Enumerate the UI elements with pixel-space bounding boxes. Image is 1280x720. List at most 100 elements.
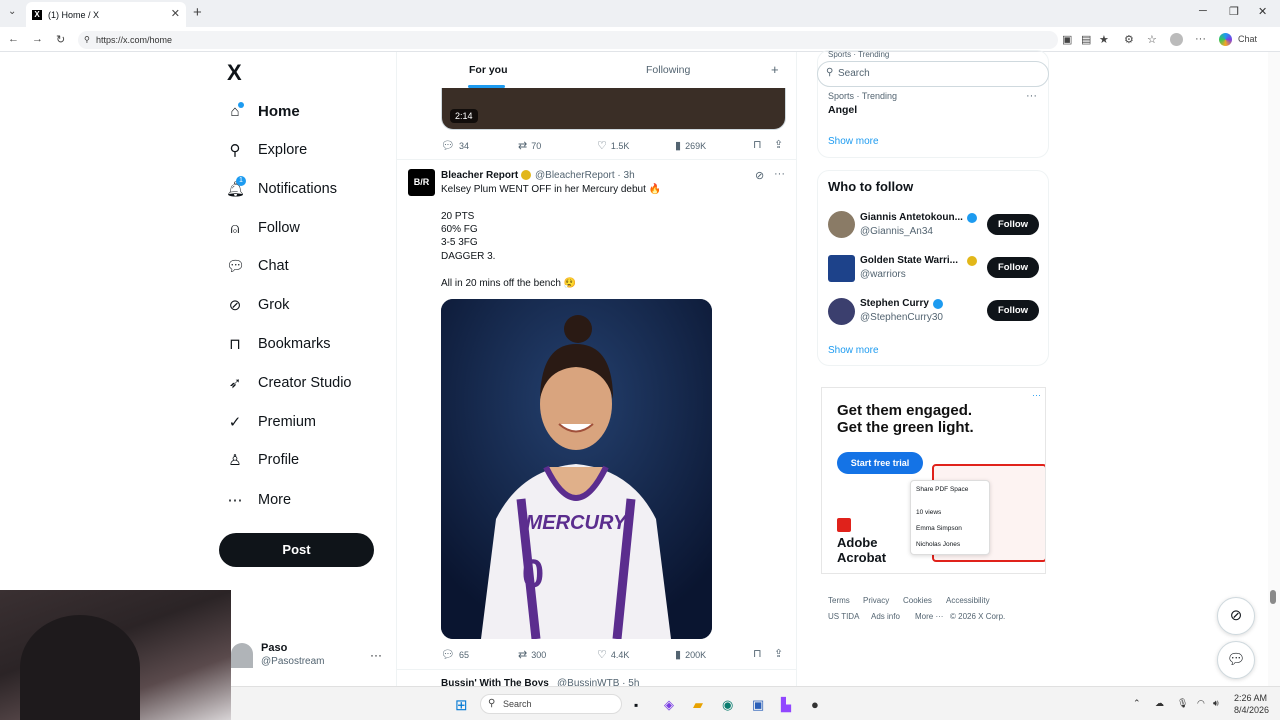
nav-item-explore[interactable]: ⚲ Explore (226, 135, 308, 165)
share-action[interactable]: ⇪ (774, 647, 787, 660)
show-more-trends-link[interactable]: Show more (828, 136, 879, 147)
nav-item-more[interactable]: ⋯ More (226, 485, 292, 515)
add-tab-icon[interactable]: + (771, 62, 779, 77)
footer-link[interactable]: Terms (828, 596, 850, 605)
account-avatar[interactable] (231, 643, 253, 668)
back-icon[interactable]: ← (8, 33, 19, 45)
favorite-star-icon[interactable]: ★ (1099, 33, 1109, 46)
microphone-icon[interactable]: 🎙︎ (1177, 698, 1188, 709)
taskbar-date[interactable]: 8/4/2026 (1234, 705, 1269, 715)
obs-icon[interactable]: ● (811, 697, 819, 712)
nav-item-creator-studio[interactable]: ➶ Creator Studio (226, 368, 352, 398)
suggestion-name[interactable]: Giannis Antetokoun... (860, 212, 963, 223)
search-input[interactable]: Search (817, 61, 1049, 87)
tweet-more-icon[interactable]: ··· (774, 168, 785, 180)
adobe-ad[interactable]: Get them engaged. Get the green light. ·… (821, 387, 1046, 574)
nav-item-follow[interactable]: ⍝ Follow (226, 213, 299, 243)
bookmark-action[interactable]: ⊓ (753, 138, 766, 151)
nav-item-premium[interactable]: ✓ Premium (226, 407, 316, 437)
views-action[interactable]: ▮ 269K (675, 139, 706, 152)
ad-cta-button[interactable]: Start free trial (837, 452, 923, 474)
tray-chevron-icon[interactable]: ⌃ (1133, 698, 1141, 709)
copilot-taskbar-icon[interactable]: ◈ (664, 697, 674, 713)
wifi-icon[interactable]: ◠ (1197, 698, 1205, 709)
browser-profile-avatar[interactable] (1170, 33, 1183, 46)
video-thumbnail[interactable]: 2:14 (441, 88, 786, 130)
follow-button[interactable]: Follow (987, 257, 1039, 278)
follow-button[interactable]: Follow (987, 300, 1039, 321)
suggestion-avatar[interactable] (828, 211, 855, 238)
taskbar-time[interactable]: 2:26 AM (1234, 693, 1267, 703)
account-handle[interactable]: @Pasostream (261, 656, 325, 667)
tab-following[interactable]: Following (646, 64, 690, 76)
grok-floating-button[interactable]: ⊘ (1217, 597, 1255, 635)
close-tab-icon[interactable]: ✕ (171, 7, 180, 20)
suggestion-name[interactable]: Golden State Warri... (860, 255, 958, 266)
forward-icon[interactable]: → (32, 33, 43, 45)
new-tab-icon[interactable]: + (193, 4, 202, 21)
url-field[interactable]: ⚲ https://x.com/home (78, 31, 1058, 49)
footer-link[interactable]: Cookies (903, 596, 932, 605)
footer-link[interactable]: Privacy (863, 596, 889, 605)
taskbar-search[interactable]: Search (480, 694, 622, 714)
reply-action[interactable]: 💬︎ 34 (441, 139, 469, 152)
tweet-image[interactable]: MERCURY 0 (441, 299, 712, 639)
close-window-icon[interactable]: ✕ (1258, 5, 1267, 18)
repost-action[interactable]: ⇄ 300 (518, 648, 546, 661)
volume-icon[interactable]: 🔊︎ (1213, 698, 1219, 709)
chat-floating-button[interactable]: 💬︎ (1217, 641, 1255, 679)
nav-item-grok[interactable]: ⊘ Grok (226, 290, 290, 320)
edge-icon[interactable]: ◉ (722, 697, 733, 713)
post-button[interactable]: Post (219, 533, 374, 567)
tweet-author-name[interactable]: Bleacher Report (441, 170, 518, 181)
show-more-suggestions-link[interactable]: Show more (828, 345, 879, 356)
footer-link[interactable]: More ··· (915, 612, 943, 621)
windows-start-icon[interactable]: ⊞ (455, 696, 468, 714)
footer-link[interactable]: Accessibility (946, 596, 990, 605)
grok-icon[interactable]: ⊘ (755, 169, 764, 182)
tab-list-icon[interactable]: ⌄ (8, 6, 16, 17)
minimize-icon[interactable]: ─ (1199, 5, 1207, 17)
nav-item-bookmarks[interactable]: ⊓ Bookmarks (226, 329, 330, 359)
repost-action[interactable]: ⇄ 70 (518, 139, 541, 152)
suggestion-name[interactable]: Stephen Curry (860, 298, 929, 309)
task-view-icon[interactable]: ▪ (634, 698, 638, 712)
trend-more-icon[interactable]: ··· (1026, 90, 1037, 102)
reader-icon[interactable]: ▤ (1081, 33, 1091, 46)
maximize-icon[interactable]: ❐ (1229, 5, 1239, 18)
reply-action[interactable]: 💬︎ 65 (441, 648, 469, 661)
share-action[interactable]: ⇪ (774, 138, 787, 151)
twitch-icon[interactable]: ▙ (781, 697, 791, 713)
copilot-icon[interactable] (1219, 33, 1232, 46)
extensions-icon[interactable]: ⚙ (1124, 33, 1134, 46)
browser-tab[interactable]: X (1) Home / X ✕ (26, 2, 186, 27)
browser-menu-icon[interactable]: ··· (1195, 33, 1206, 45)
tab-for-you[interactable]: For you (469, 64, 508, 76)
nav-item-chat[interactable]: 💬︎ Chat (226, 251, 289, 281)
split-screen-icon[interactable]: ▣ (1062, 33, 1072, 46)
scrollbar-thumb[interactable] (1270, 590, 1276, 604)
nav-item-home[interactable]: ⌂ Home (226, 96, 300, 126)
suggestion-avatar[interactable] (828, 255, 855, 282)
file-explorer-icon[interactable]: ▰ (693, 697, 703, 713)
chat-button[interactable]: Chat (1238, 34, 1257, 44)
account-name[interactable]: Paso (261, 642, 287, 654)
refresh-icon[interactable]: ↻ (56, 33, 65, 46)
account-more-icon[interactable]: ··· (370, 648, 382, 662)
views-action[interactable]: ▮ 200K (675, 648, 706, 661)
site-info-icon[interactable]: ⚲ (84, 31, 90, 49)
tweet-avatar[interactable]: B/R (408, 169, 435, 196)
trend-name[interactable]: Angel (828, 104, 857, 116)
follow-button[interactable]: Follow (987, 214, 1039, 235)
ad-more-icon[interactable]: ··· (1032, 390, 1041, 400)
like-action[interactable]: ♡ 4.4K (597, 648, 629, 661)
like-action[interactable]: ♡ 1.5K (597, 139, 629, 152)
nav-item-profile[interactable]: ♙ Profile (226, 445, 299, 475)
bookmark-action[interactable]: ⊓ (753, 647, 766, 660)
nav-item-notifications[interactable]: 🔔︎ Notifications 1 (226, 174, 337, 204)
footer-link[interactable]: Ads info (871, 612, 900, 621)
network-icon[interactable]: ☁ (1155, 698, 1164, 709)
favorites-icon[interactable]: ☆ (1147, 33, 1157, 46)
tweet-author-handle[interactable]: @BleacherReport · 3h (535, 170, 635, 181)
x-logo-icon[interactable]: X (227, 60, 242, 86)
